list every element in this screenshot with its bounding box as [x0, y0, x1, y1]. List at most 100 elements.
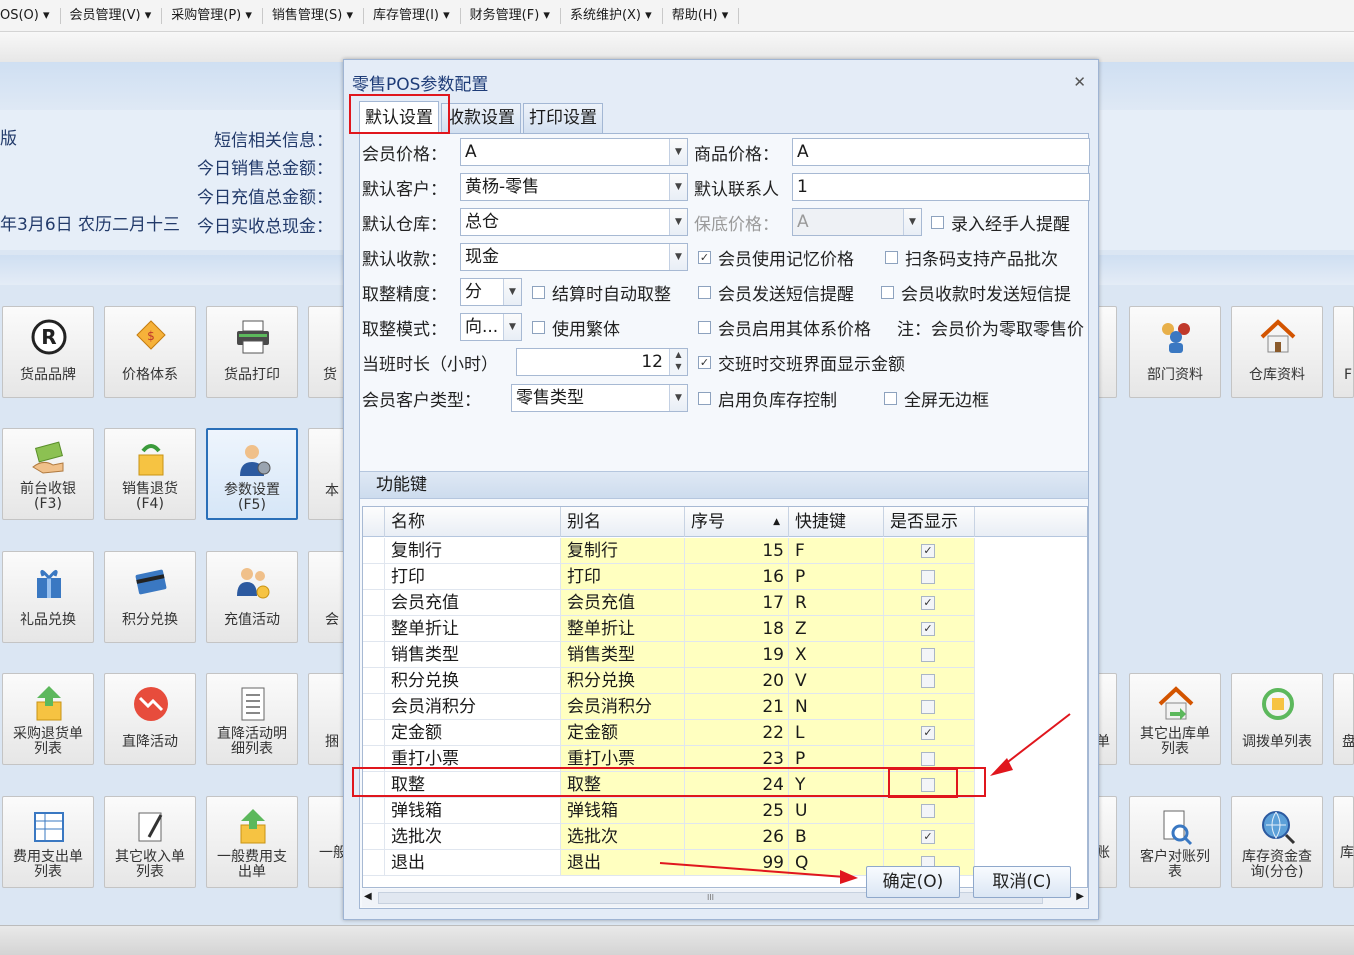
grid-header-show[interactable]: 是否显示 — [884, 507, 975, 537]
menu-item-finance[interactable]: 财务管理(F) ▾ — [461, 7, 561, 24]
tile-other-income-list[interactable]: 其它收入单 列表 — [104, 796, 196, 888]
show-checkbox[interactable]: ✓ — [921, 726, 935, 740]
member-other-price-checkbox[interactable]: 会员启用其体系价格 — [698, 315, 871, 340]
negative-stock-checkbox[interactable]: 启用负库存控制 — [698, 386, 837, 411]
member-customer-type-select[interactable]: 零售类型 ▼ — [511, 384, 688, 412]
show-checkbox[interactable] — [921, 648, 935, 662]
tile-points-exchange[interactable]: 积分兑换 — [104, 551, 196, 643]
cancel-button[interactable]: 取消(C) — [973, 866, 1071, 898]
menu-item-member[interactable]: 会员管理(V) ▾ — [61, 7, 163, 24]
cell-alias[interactable]: 退出 — [561, 850, 685, 876]
cell-shortcut[interactable]: X — [789, 642, 884, 668]
tile-parameter-settings[interactable]: 参数设置 (F5) — [206, 428, 298, 520]
cell-shortcut[interactable]: U — [789, 798, 884, 824]
cell-shortcut[interactable]: L — [789, 720, 884, 746]
handler-reminder-checkbox[interactable]: 录入经手人提醒 — [931, 210, 1070, 235]
default-contact-field[interactable]: 1 — [792, 173, 1090, 201]
shift-amount-checkbox[interactable]: ✓ 交班时交班界面显示金额 — [698, 350, 905, 375]
tile-direct-discount[interactable]: 直降活动 — [104, 673, 196, 765]
rounding-mode-select[interactable]: 向... ▼ — [460, 313, 522, 341]
tile-partial-edge-row5[interactable]: 库 — [1333, 796, 1354, 888]
tile-other-outbound-list[interactable]: 其它出库单 列表 — [1129, 673, 1221, 765]
cell-alias[interactable]: 整单折让 — [561, 616, 685, 642]
member-price-select[interactable]: A ▼ — [460, 138, 688, 166]
grid-header-name[interactable]: 名称 — [385, 507, 561, 537]
show-checkbox[interactable] — [921, 570, 935, 584]
show-checkbox[interactable] — [921, 804, 935, 818]
menu-item-system[interactable]: 系统维护(X) ▾ — [561, 7, 663, 24]
tile-front-checkout[interactable]: 前台收银 (F3) — [2, 428, 94, 520]
shift-duration-spinner[interactable]: 12 ▲ ▼ — [516, 348, 688, 376]
table-row[interactable]: 选批次 选批次 26 B ✓ — [363, 824, 1087, 850]
cell-alias[interactable]: 弹钱箱 — [561, 798, 685, 824]
barcode-batch-checkbox[interactable]: 扫条码支持产品批次 — [885, 245, 1058, 270]
tile-sales-return[interactable]: 销售退货 (F4) — [104, 428, 196, 520]
tile-partial-edge-row4[interactable]: 盘 — [1333, 673, 1354, 765]
grid-header-shortcut[interactable]: 快捷键 — [789, 507, 884, 537]
tile-direct-discount-detail[interactable]: 直降活动明 细列表 — [206, 673, 298, 765]
table-row[interactable]: 销售类型 销售类型 19 X — [363, 642, 1087, 668]
tile-expense-list[interactable]: 费用支出单 列表 — [2, 796, 94, 888]
menu-item-inventory[interactable]: 库存管理(I) ▾ — [364, 7, 461, 24]
tile-general-expense[interactable]: 一般费用支 出单 — [206, 796, 298, 888]
cell-alias[interactable]: 定金额 — [561, 720, 685, 746]
show-checkbox[interactable]: ✓ — [921, 830, 935, 844]
tile-product-print[interactable]: 货品打印 — [206, 306, 298, 398]
table-row[interactable]: 弹钱箱 弹钱箱 25 U — [363, 798, 1087, 824]
cell-alias[interactable]: 销售类型 — [561, 642, 685, 668]
cell-alias[interactable]: 会员消积分 — [561, 694, 685, 720]
cell-shortcut[interactable]: F — [789, 538, 884, 564]
cell-alias[interactable]: 复制行 — [561, 538, 685, 564]
ok-button[interactable]: 确定(O) — [866, 866, 960, 898]
table-row[interactable]: 整单折让 整单折让 18 Z ✓ — [363, 616, 1087, 642]
menu-item-help[interactable]: 帮助(H) ▾ — [663, 7, 740, 24]
tab-payment-settings[interactable]: 收款设置 — [441, 103, 521, 133]
table-row[interactable]: 会员充值 会员充值 17 R ✓ — [363, 590, 1087, 616]
cell-shortcut[interactable]: N — [789, 694, 884, 720]
cell-shortcut[interactable]: P — [789, 564, 884, 590]
menu-item-sales[interactable]: 销售管理(S) ▾ — [263, 7, 364, 24]
tile-brand[interactable]: R 货品品牌 — [2, 306, 94, 398]
table-row[interactable]: 复制行 复制行 15 F ✓ — [363, 538, 1087, 564]
default-customer-select[interactable]: 黄杨-零售 ▼ — [460, 173, 688, 201]
scroll-left-icon[interactable]: ◀ — [364, 891, 372, 902]
tile-transfer-list[interactable]: 调拨单列表 — [1231, 673, 1323, 765]
cell-alias[interactable]: 取整 — [561, 772, 685, 798]
fullscreen-checkbox[interactable]: 全屏无边框 — [884, 386, 989, 411]
cell-shortcut[interactable]: B — [789, 824, 884, 850]
cell-shortcut[interactable]: Z — [789, 616, 884, 642]
tile-warehouse[interactable]: 仓库资料 — [1231, 306, 1323, 398]
rounding-precision-select[interactable]: 分 ▼ — [460, 278, 522, 306]
show-checkbox[interactable] — [921, 700, 935, 714]
member-receipt-sms-checkbox[interactable]: 会员收款时发送短信提 — [881, 280, 1071, 305]
tile-customer-statement[interactable]: 客户对账列 表 — [1129, 796, 1221, 888]
cell-alias[interactable]: 会员充值 — [561, 590, 685, 616]
menu-item-pos[interactable]: OS(O) ▾ — [0, 7, 61, 24]
tile-department[interactable]: 部门资料 — [1129, 306, 1221, 398]
show-checkbox[interactable] — [921, 778, 935, 792]
tile-purchase-return-list[interactable]: 采购退货单 列表 — [2, 673, 94, 765]
cell-shortcut[interactable]: Y — [789, 772, 884, 798]
grid-header-seq[interactable]: 序号 ▲ — [685, 507, 789, 537]
cell-alias[interactable]: 积分兑换 — [561, 668, 685, 694]
cell-shortcut[interactable]: P — [789, 746, 884, 772]
tile-price-system[interactable]: $ 价格体系 — [104, 306, 196, 398]
product-price-field[interactable]: A — [792, 138, 1090, 166]
default-payment-select[interactable]: 现金 ▼ — [460, 243, 688, 271]
table-row[interactable]: 取整 取整 24 Y — [363, 772, 1087, 798]
table-row[interactable]: 积分兑换 积分兑换 20 V — [363, 668, 1087, 694]
show-checkbox[interactable]: ✓ — [921, 622, 935, 636]
tile-gift-exchange[interactable]: 礼品兑换 — [2, 551, 94, 643]
cell-alias[interactable]: 重打小票 — [561, 746, 685, 772]
tab-print-settings[interactable]: 打印设置 — [523, 103, 603, 133]
table-row[interactable]: 会员消积分 会员消积分 21 N — [363, 694, 1087, 720]
tile-inventory-fund-query[interactable]: 库存资金查 询(分仓) — [1231, 796, 1323, 888]
default-warehouse-select[interactable]: 总仓 ▼ — [460, 208, 688, 236]
scroll-right-icon[interactable]: ▶ — [1076, 891, 1084, 902]
tab-default-settings[interactable]: 默认设置 — [359, 101, 439, 133]
table-row[interactable]: 定金额 定金额 22 L ✓ — [363, 720, 1087, 746]
tile-recharge-activity[interactable]: 充值活动 — [206, 551, 298, 643]
show-checkbox[interactable]: ✓ — [921, 596, 935, 610]
close-icon[interactable]: ✕ — [1073, 73, 1086, 91]
cell-shortcut[interactable]: V — [789, 668, 884, 694]
